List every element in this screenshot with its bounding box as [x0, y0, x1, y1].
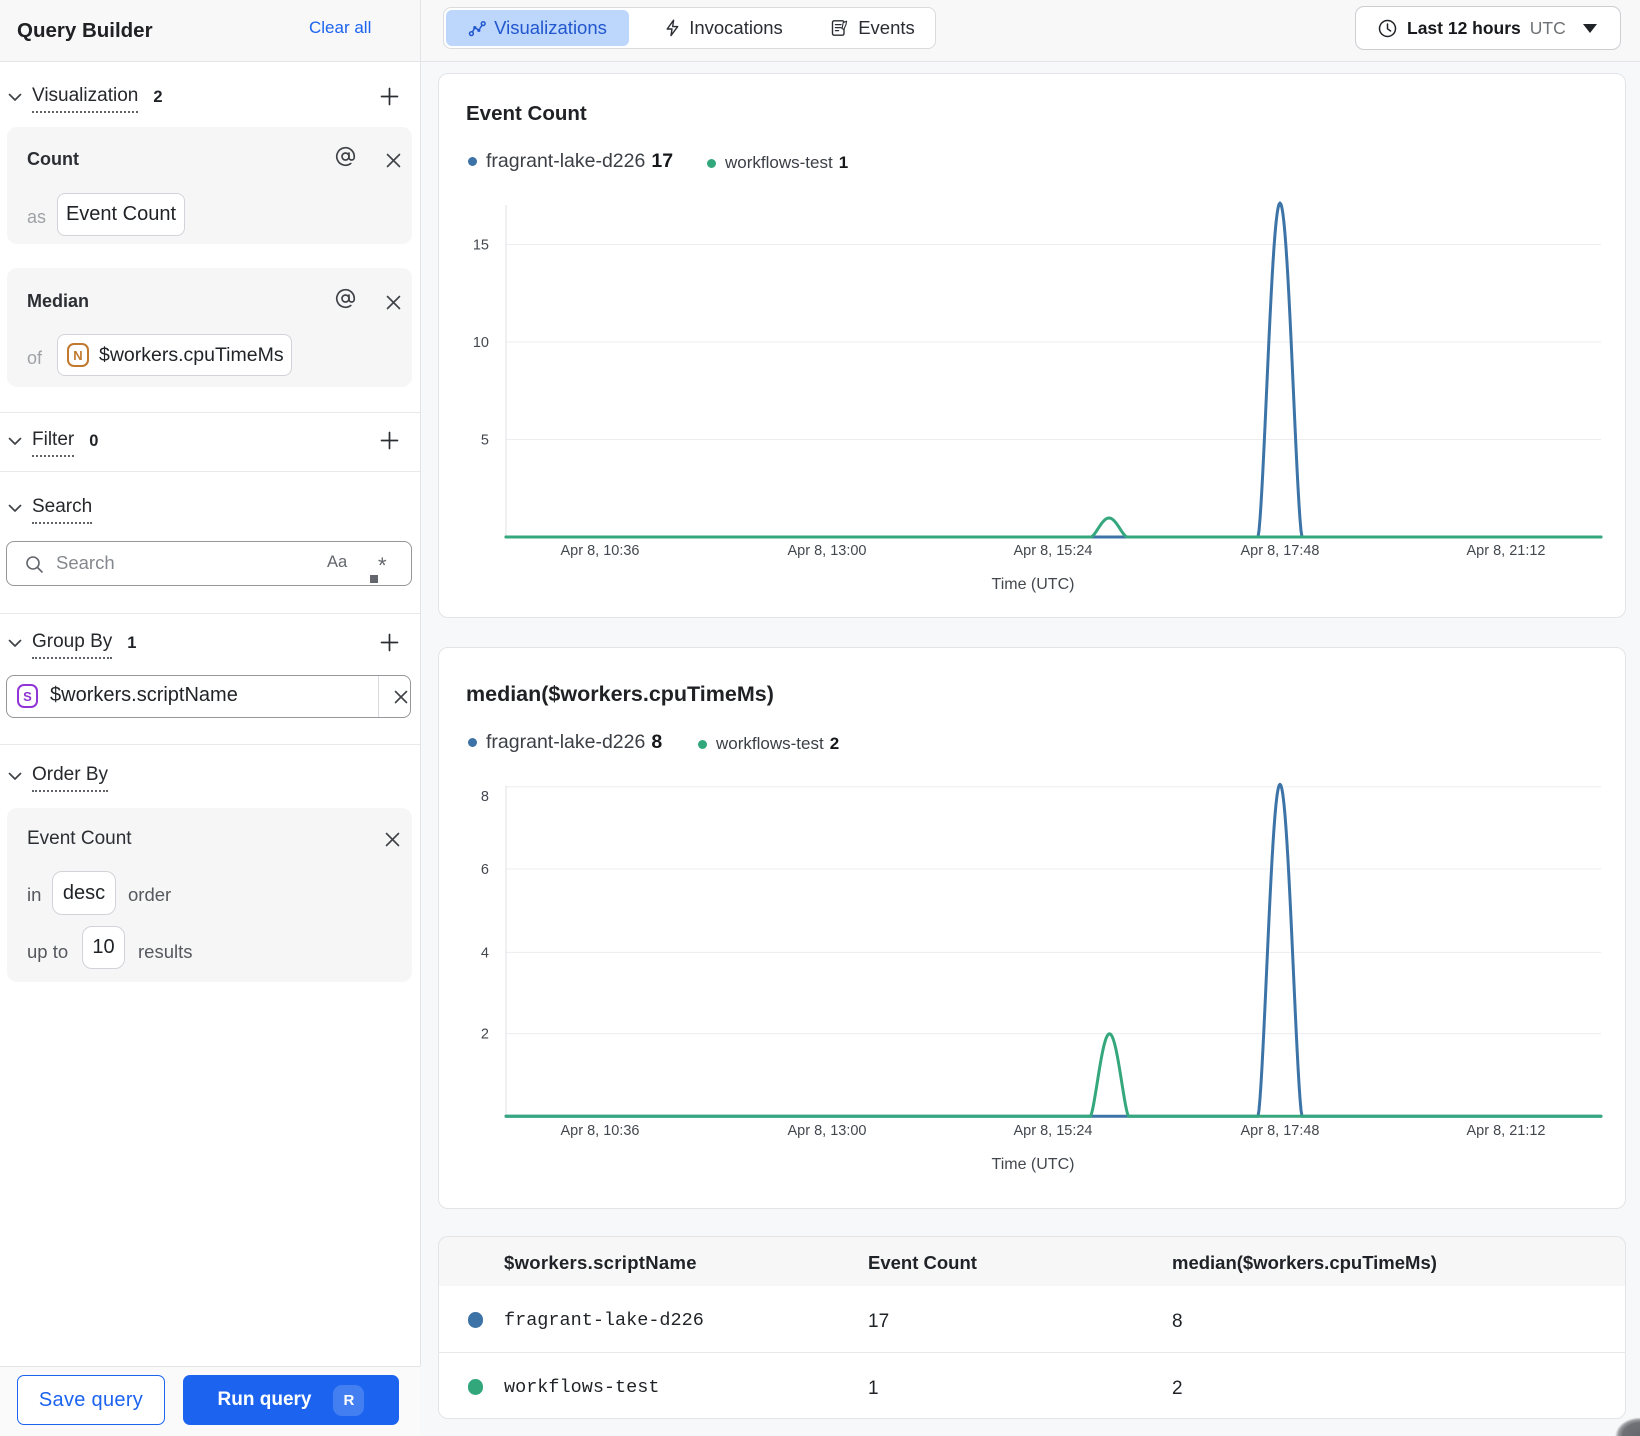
- svg-text:Apr 8, 10:36: Apr 8, 10:36: [561, 1123, 640, 1139]
- svg-text:Apr 8, 21:12: Apr 8, 21:12: [1467, 543, 1546, 559]
- svg-text:5: 5: [481, 433, 489, 449]
- svg-text:Apr 8, 17:48: Apr 8, 17:48: [1241, 543, 1320, 559]
- svg-text:Apr 8, 13:00: Apr 8, 13:00: [788, 1123, 867, 1139]
- svg-text:Apr 8, 21:12: Apr 8, 21:12: [1467, 1123, 1546, 1139]
- svg-text:Apr 8, 15:24: Apr 8, 15:24: [1014, 543, 1093, 559]
- svg-text:6: 6: [481, 862, 489, 878]
- svg-text:Apr 8, 17:48: Apr 8, 17:48: [1241, 1123, 1320, 1139]
- svg-text:Time (UTC): Time (UTC): [992, 1156, 1075, 1173]
- svg-text:15: 15: [473, 238, 489, 254]
- svg-text:10: 10: [473, 335, 489, 351]
- svg-text:8: 8: [481, 789, 489, 805]
- svg-text:Time (UTC): Time (UTC): [992, 576, 1075, 593]
- svg-text:Apr 8, 13:00: Apr 8, 13:00: [788, 543, 867, 559]
- svg-text:2: 2: [481, 1027, 489, 1043]
- svg-text:Apr 8, 15:24: Apr 8, 15:24: [1014, 1123, 1093, 1139]
- svg-text:4: 4: [481, 945, 489, 961]
- svg-text:Apr 8, 10:36: Apr 8, 10:36: [561, 543, 640, 559]
